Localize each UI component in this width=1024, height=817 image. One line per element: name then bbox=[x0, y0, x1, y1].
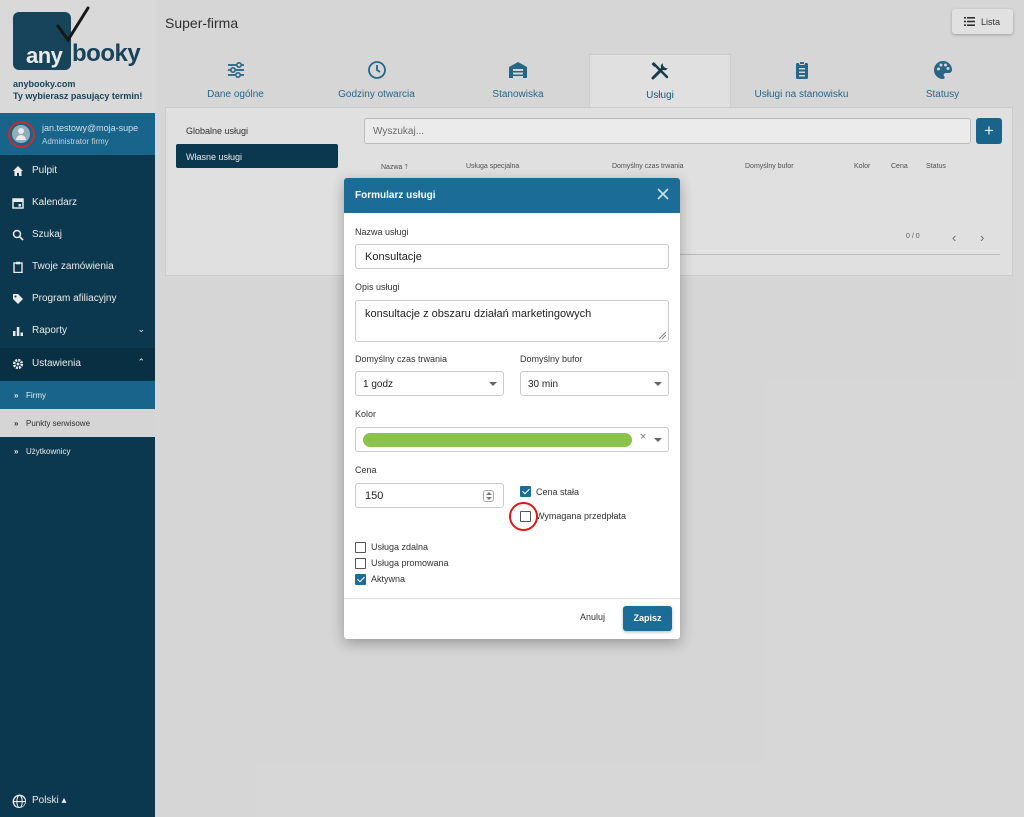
promoted-service-checkbox[interactable] bbox=[355, 558, 366, 569]
remote-service-label: Usługa zdalna bbox=[371, 542, 429, 552]
remote-service-checkbox[interactable] bbox=[355, 542, 366, 553]
service-description-value: konsultacje z obszaru działań marketingo… bbox=[365, 308, 592, 320]
active-label: Aktywna bbox=[371, 574, 406, 584]
price-value: 150 bbox=[365, 490, 384, 502]
resize-handle-icon[interactable] bbox=[658, 331, 666, 339]
service-form-modal: Formularz usługi Nazwa usługi Konsultacj… bbox=[344, 178, 680, 639]
price-field[interactable]: 150 bbox=[355, 483, 504, 508]
close-icon[interactable] bbox=[656, 187, 670, 201]
duration-select[interactable]: 1 godz bbox=[355, 371, 504, 396]
save-button[interactable]: Zapisz bbox=[623, 606, 672, 631]
highlight-ring bbox=[509, 502, 538, 531]
service-description-label: Opis usługi bbox=[355, 282, 400, 292]
prepayment-label: Wymagana przedpłata bbox=[536, 511, 626, 521]
buffer-label: Domyślny bufor bbox=[520, 354, 583, 364]
price-label: Cena bbox=[355, 465, 377, 475]
fixed-price-label: Cena stała bbox=[536, 487, 580, 497]
duration-value: 1 godz bbox=[363, 379, 394, 390]
duration-label: Domyślny czas trwania bbox=[355, 354, 448, 364]
color-select[interactable]: × bbox=[355, 427, 669, 452]
service-name-label: Nazwa usługi bbox=[355, 227, 409, 237]
active-checkbox[interactable] bbox=[355, 574, 366, 585]
promoted-service-label: Usługa promowana bbox=[371, 558, 449, 568]
modal-header: Formularz usługi bbox=[344, 178, 680, 213]
fixed-price-checkbox[interactable] bbox=[520, 486, 531, 497]
spinner-icon[interactable] bbox=[483, 490, 494, 502]
service-name-field[interactable]: Konsultacje bbox=[355, 244, 669, 269]
caret-down-icon bbox=[654, 382, 662, 386]
modal-divider bbox=[344, 598, 680, 599]
color-label: Kolor bbox=[355, 409, 377, 419]
modal-title: Formularz usługi bbox=[355, 190, 436, 201]
service-name-value: Konsultacje bbox=[365, 251, 422, 263]
buffer-value: 30 min bbox=[528, 379, 559, 390]
caret-down-icon bbox=[654, 438, 662, 442]
service-description-field[interactable]: konsultacje z obszaru działań marketingo… bbox=[355, 300, 669, 342]
color-swatch bbox=[363, 433, 632, 447]
buffer-select[interactable]: 30 min bbox=[520, 371, 669, 396]
cancel-button[interactable]: Anuluj bbox=[580, 612, 605, 622]
caret-down-icon bbox=[489, 382, 497, 386]
clear-icon[interactable]: × bbox=[640, 431, 646, 443]
